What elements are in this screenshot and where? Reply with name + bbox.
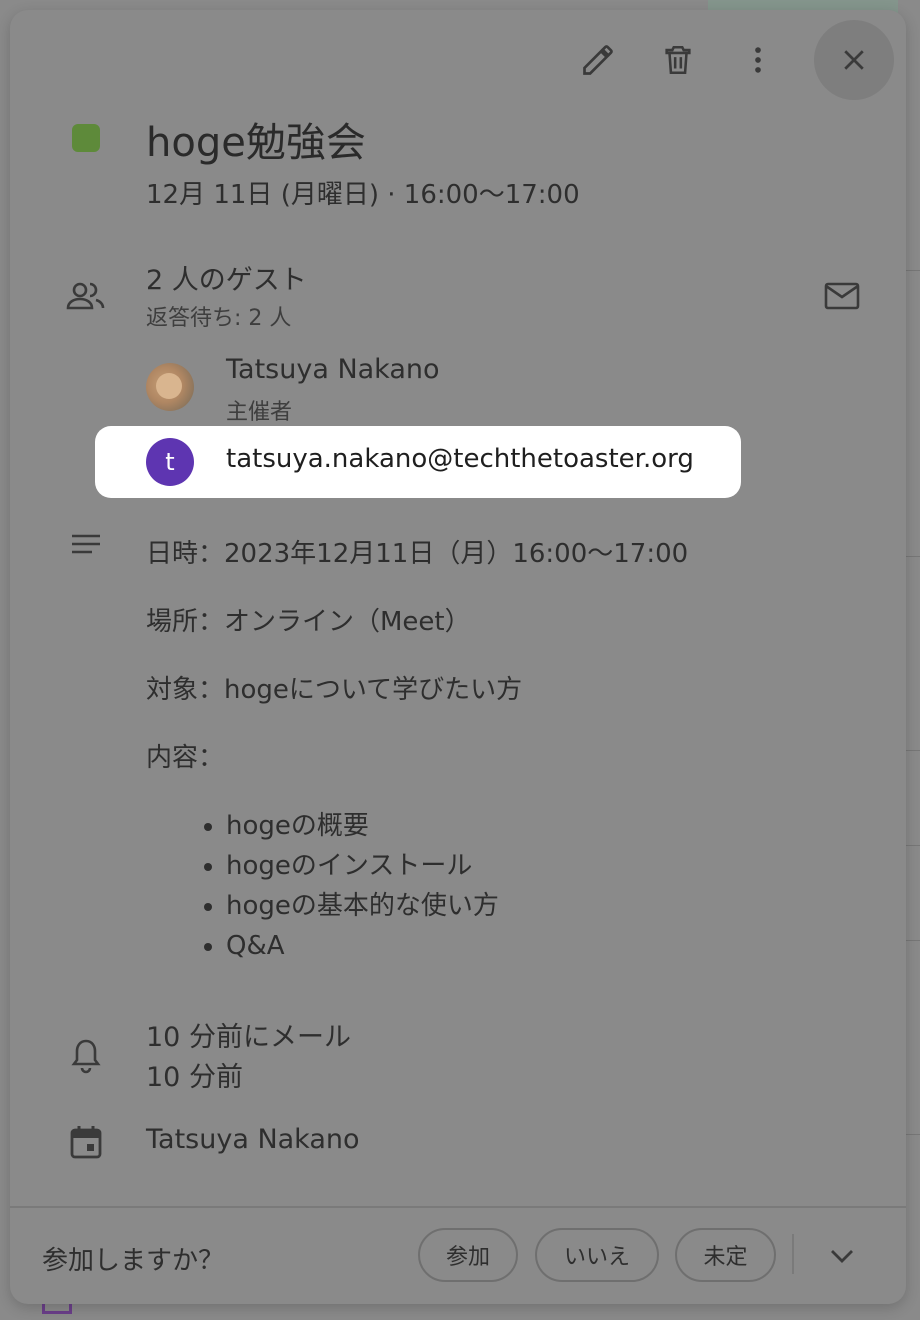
background-gridline (905, 1134, 920, 1135)
rsvp-yes-button[interactable]: 参加 (418, 1228, 518, 1282)
more-options-button[interactable] (730, 32, 786, 88)
footer-separator (792, 1234, 794, 1274)
rsvp-maybe-button[interactable]: 未定 (675, 1228, 776, 1282)
list-item: hogeのインストール (226, 848, 846, 884)
rsvp-more-button[interactable] (822, 1236, 862, 1276)
event-detail-dialog: hoge勉強会 12月 11日 (月曜日) · 16:00〜17:00 2 人の… (10, 10, 906, 1304)
calendar-owner: Tatsuya Nakano (146, 1124, 360, 1155)
guest-response-status: 返答待ち: 2 人 (146, 306, 292, 331)
list-item: Q&A (226, 928, 846, 964)
guest-count: 2 人のゲスト (146, 265, 307, 296)
people-icon (66, 276, 106, 316)
rsvp-no-button[interactable]: いいえ (535, 1228, 659, 1282)
pencil-icon (583, 45, 613, 75)
footer-divider (10, 1206, 906, 1208)
description-line: 日時：2023年12月11日（月）16:00〜17:00 (146, 539, 689, 569)
background-gridline (905, 940, 920, 941)
rsvp-question: 参加しますか？ (42, 1246, 225, 1276)
event-title: hoge勉強会 (146, 120, 366, 166)
close-icon (844, 50, 864, 70)
guest-role: 主催者 (226, 400, 293, 425)
calendar-icon (66, 1122, 106, 1162)
list-item: hogeの概要 (226, 808, 846, 844)
close-button[interactable] (814, 20, 894, 100)
mail-icon (824, 282, 860, 310)
reminder-item: 10 分前にメール (146, 1022, 351, 1053)
guest-email[interactable]: tatsuya.nakano@techthetoaster.org (226, 444, 694, 474)
reminder-list: 10 分前にメール 10 分前 (146, 1018, 351, 1098)
description-line: 対象：hogeについて学びたい方 (146, 675, 523, 705)
background-gridline (905, 270, 920, 271)
avatar (146, 363, 194, 411)
description-line: 内容： (146, 743, 225, 773)
email-guests-button[interactable] (822, 278, 862, 314)
event-color-swatch (72, 124, 100, 152)
bell-icon (66, 1036, 106, 1076)
description-icon (66, 526, 106, 566)
delete-button[interactable] (650, 32, 706, 88)
background-gridline (905, 845, 920, 846)
background-gridline (905, 750, 920, 751)
edit-button[interactable] (570, 32, 626, 88)
guest-name[interactable]: Tatsuya Nakano (226, 354, 440, 385)
list-item: hogeの基本的な使い方 (226, 888, 846, 924)
reminder-item: 10 分前 (146, 1062, 243, 1093)
description-list: hogeの概要 hogeのインストール hogeの基本的な使い方 Q&A (146, 808, 846, 964)
event-description: 日時：2023年12月11日（月）16:00〜17:00 場所：オンライン（Me… (146, 536, 846, 968)
avatar: t (146, 438, 194, 486)
chevron-down-icon (831, 1250, 853, 1263)
background-gridline (905, 556, 920, 557)
more-vert-icon (755, 47, 761, 73)
trash-icon (665, 45, 691, 75)
event-datetime: 12月 11日 (月曜日) · 16:00〜17:00 (146, 180, 580, 210)
description-line: 場所：オンライン（Meet） (146, 607, 471, 637)
